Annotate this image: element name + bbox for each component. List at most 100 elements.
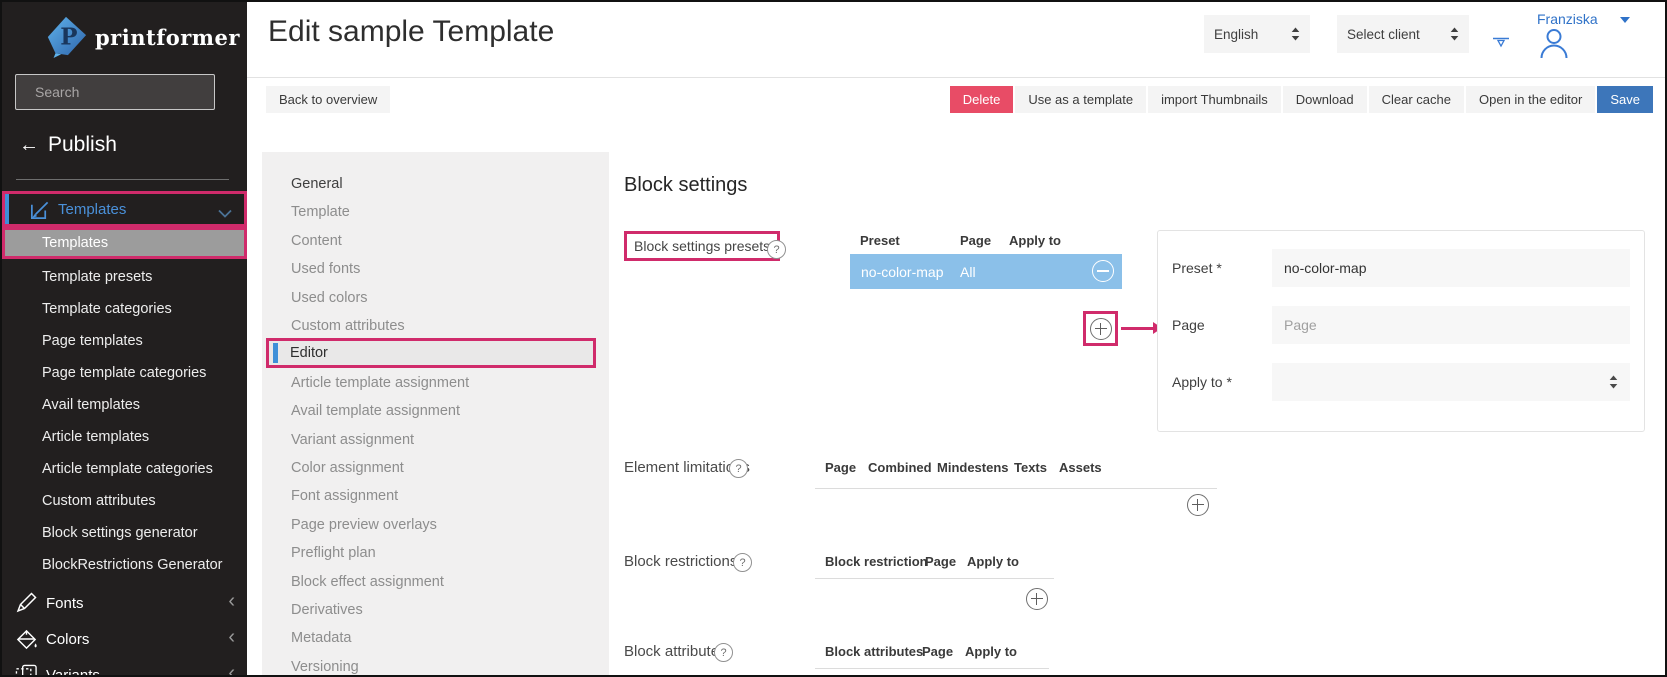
user-caret-icon xyxy=(1619,17,1630,23)
column-header: Apply to xyxy=(967,554,1019,569)
help-icon[interactable]: ? xyxy=(729,459,748,478)
language-value: English xyxy=(1214,26,1259,42)
tab-metadata[interactable]: Metadata xyxy=(262,624,609,652)
sidebar-group-colors[interactable]: Colors ‹ xyxy=(2,623,247,655)
tab-used-fonts[interactable]: Used fonts xyxy=(262,255,609,283)
column-header: Page xyxy=(925,554,957,569)
open-in-editor-button[interactable]: Open in the editor xyxy=(1466,86,1596,113)
sidebar-item-custom-attributes[interactable]: Custom attributes xyxy=(2,485,247,517)
section-heading: Block settings xyxy=(624,174,748,196)
page-cell: All xyxy=(960,263,976,280)
tab-color-assignment[interactable]: Color assignment xyxy=(262,454,609,482)
sidebar-item-avail-templates[interactable]: Avail templates xyxy=(2,389,247,421)
add-element-limitation-button[interactable] xyxy=(1187,494,1209,516)
page-title: Edit sample Template xyxy=(268,15,555,48)
tab-avail-template-assignment[interactable]: Avail template assignment xyxy=(262,397,609,425)
client-value: Select client xyxy=(1347,26,1420,42)
svg-text:P: P xyxy=(60,24,77,51)
sidebar-group-templates[interactable]: Templates xyxy=(2,191,247,227)
sidebar-group-variants[interactable]: Variants ‹ xyxy=(2,659,247,677)
tab-versioning[interactable]: Versioning xyxy=(262,653,609,675)
back-to-overview-button[interactable]: Back to overview xyxy=(266,86,391,113)
sidebar-item-page-template-categories[interactable]: Page template categories xyxy=(2,357,247,389)
tab-variant-assignment[interactable]: Variant assignment xyxy=(262,426,609,454)
tab-font-assignment[interactable]: Font assignment xyxy=(262,482,609,510)
sidebar-item-article-templates[interactable]: Article templates xyxy=(2,421,247,453)
page-field-label: Page xyxy=(1172,317,1205,333)
select-arrows-icon xyxy=(1291,27,1300,41)
sidebar-group-label: Fonts xyxy=(46,594,84,612)
sidebar-item-article-template-categories[interactable]: Article template categories xyxy=(2,453,247,485)
column-header-apply-to: Apply to xyxy=(1009,233,1061,248)
help-icon[interactable]: ? xyxy=(767,240,786,259)
annotation-box-presets-label: Block settings presets xyxy=(624,231,781,261)
remove-preset-button[interactable] xyxy=(1092,260,1114,282)
sidebar-item-page-templates[interactable]: Page templates xyxy=(2,325,247,357)
sidebar-divider xyxy=(16,179,229,180)
annotation-box-add-preset xyxy=(1083,311,1118,346)
page-input[interactable] xyxy=(1272,306,1630,344)
column-header: Assets xyxy=(1059,460,1102,475)
tab-page-preview-overlays[interactable]: Page preview overlays xyxy=(262,511,609,539)
tab-article-template-assignment[interactable]: Article template assignment xyxy=(262,369,609,397)
tab-preflight-plan[interactable]: Preflight plan xyxy=(262,539,609,567)
sidebar-item-templates[interactable]: Templates xyxy=(2,227,247,259)
help-icon[interactable]: ? xyxy=(714,643,733,662)
user-avatar-icon[interactable] xyxy=(1538,27,1570,63)
tab-editor[interactable]: Editor xyxy=(266,338,596,368)
printformer-logo-icon: P xyxy=(47,16,87,59)
column-header-preset: Preset xyxy=(860,233,900,248)
column-header: Block restriction xyxy=(825,554,928,569)
apply-to-field-label: Apply to * xyxy=(1172,374,1232,390)
sidebar-item-block-settings-generator[interactable]: Block settings generator xyxy=(2,517,247,549)
sidebar-group-fonts[interactable]: Fonts ‹ xyxy=(2,587,247,619)
block-restrictions-label: Block restrictions xyxy=(624,553,738,570)
sidebar-group-label: Colors xyxy=(46,630,90,648)
variants-icon xyxy=(14,664,38,675)
table-divider xyxy=(815,668,1049,669)
add-preset-button[interactable] xyxy=(1090,318,1112,340)
active-group-indicator xyxy=(5,194,9,224)
help-icon[interactable]: ? xyxy=(733,553,752,572)
client-select[interactable]: Select client xyxy=(1337,15,1469,53)
preset-input[interactable] xyxy=(1272,249,1630,287)
add-block-restriction-button[interactable] xyxy=(1026,588,1048,610)
column-header: Page xyxy=(922,644,954,659)
sidebar-item-template-presets[interactable]: Template presets xyxy=(2,261,247,293)
download-button[interactable]: Download xyxy=(1282,86,1367,113)
import-thumbnails-button[interactable]: import Thumbnails xyxy=(1148,86,1281,113)
save-button[interactable]: Save xyxy=(1597,86,1653,113)
tab-template[interactable]: Template xyxy=(262,198,609,226)
annotation-arrow xyxy=(1121,322,1162,334)
preset-row-selected[interactable]: no-color-map All xyxy=(850,254,1122,289)
sidebar-group-label: Variants xyxy=(46,666,100,677)
preset-cell: no-color-map xyxy=(861,263,944,280)
clear-cache-button[interactable]: Clear cache xyxy=(1368,86,1464,113)
table-divider xyxy=(815,578,1054,579)
column-header: Apply to xyxy=(965,644,1017,659)
language-select[interactable]: English xyxy=(1204,15,1310,53)
column-header: Mindestens xyxy=(937,460,1009,475)
chevron-left-icon: ‹ xyxy=(228,662,235,677)
sidebar-group-label: Templates xyxy=(58,200,127,218)
search-input[interactable] xyxy=(33,83,218,101)
paint-bucket-icon xyxy=(14,628,38,651)
tab-derivatives[interactable]: Derivatives xyxy=(262,596,609,624)
tab-content[interactable]: Content xyxy=(262,227,609,255)
column-header: Page xyxy=(825,460,857,475)
sidebar-item-blockrestrictions-generator[interactable]: BlockRestrictions Generator xyxy=(2,549,247,581)
action-toolbar: Delete Use as a template import Thumbnai… xyxy=(949,86,1653,113)
tab-used-colors[interactable]: Used colors xyxy=(262,284,609,312)
apply-to-select[interactable] xyxy=(1272,363,1630,401)
brand-name: printformer xyxy=(95,24,240,50)
printformer-logo[interactable]: P printformer xyxy=(44,14,240,60)
tab-general[interactable]: General xyxy=(262,170,609,198)
tab-custom-attributes[interactable]: Custom attributes xyxy=(262,312,609,340)
tab-block-effect-assignment[interactable]: Block effect assignment xyxy=(262,568,609,596)
user-menu[interactable]: Franziska xyxy=(1537,11,1630,27)
chevron-down-icon xyxy=(218,205,232,223)
sidebar-item-template-categories[interactable]: Template categories xyxy=(2,293,247,325)
delete-button[interactable]: Delete xyxy=(949,86,1014,113)
back-to-publish[interactable]: ← Publish xyxy=(19,133,117,157)
use-as-template-button[interactable]: Use as a template xyxy=(1015,86,1147,113)
